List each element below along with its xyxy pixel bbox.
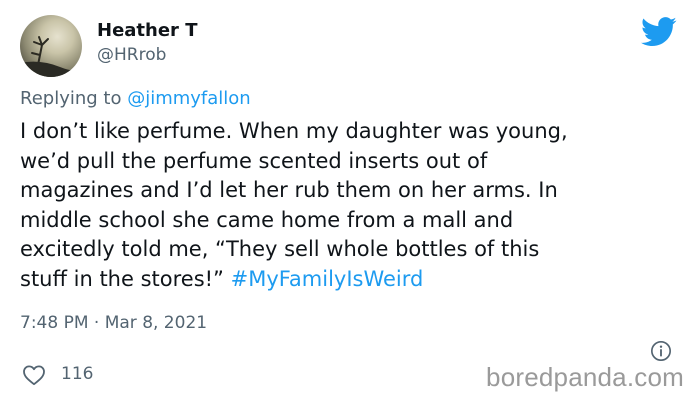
avatar-image bbox=[20, 36, 82, 77]
avatar[interactable] bbox=[20, 15, 82, 77]
reply-mention-link[interactable]: @jimmyfallon bbox=[127, 88, 251, 109]
tweet-text-line: I don’t like perfume. When my daughter w… bbox=[20, 119, 568, 143]
tweet-text-last-line: stuff in the stores!” #MyFamilyIsWeird bbox=[20, 265, 690, 295]
tweet-text: I don’t like perfume. When my daughter w… bbox=[20, 117, 690, 295]
tweet-text-line: excitedly told me, “They sell whole bott… bbox=[20, 237, 540, 262]
user-handle[interactable]: @HRrob bbox=[97, 45, 166, 65]
display-name[interactable]: Heather T bbox=[97, 20, 197, 41]
watermark: boredpanda.com bbox=[486, 362, 684, 392]
reply-prefix: Replying to bbox=[20, 88, 128, 109]
reply-context: Replying to @jimmyfallon bbox=[20, 88, 251, 109]
hashtag-link[interactable]: #MyFamilyIsWeird bbox=[231, 267, 424, 291]
heart-icon[interactable] bbox=[22, 364, 46, 386]
tweet-timestamp[interactable]: 7:48 PM · Mar 8, 2021 bbox=[20, 313, 207, 333]
tweet-text-line: we’d pull the perfume scented inserts ou… bbox=[20, 148, 488, 173]
tweet-text-line: magazines and I’d let her rub them on he… bbox=[20, 178, 558, 203]
twitter-bird-icon[interactable] bbox=[641, 17, 677, 47]
like-count: 116 bbox=[61, 364, 94, 384]
tweet-text-line: middle school she came home from a mall … bbox=[20, 207, 514, 232]
tweet-text-line: stuff in the stores!” bbox=[20, 266, 231, 291]
tweet-card: Heather T @HRrob Replying to @jimmyfallo… bbox=[0, 0, 700, 402]
info-icon[interactable] bbox=[650, 340, 672, 362]
